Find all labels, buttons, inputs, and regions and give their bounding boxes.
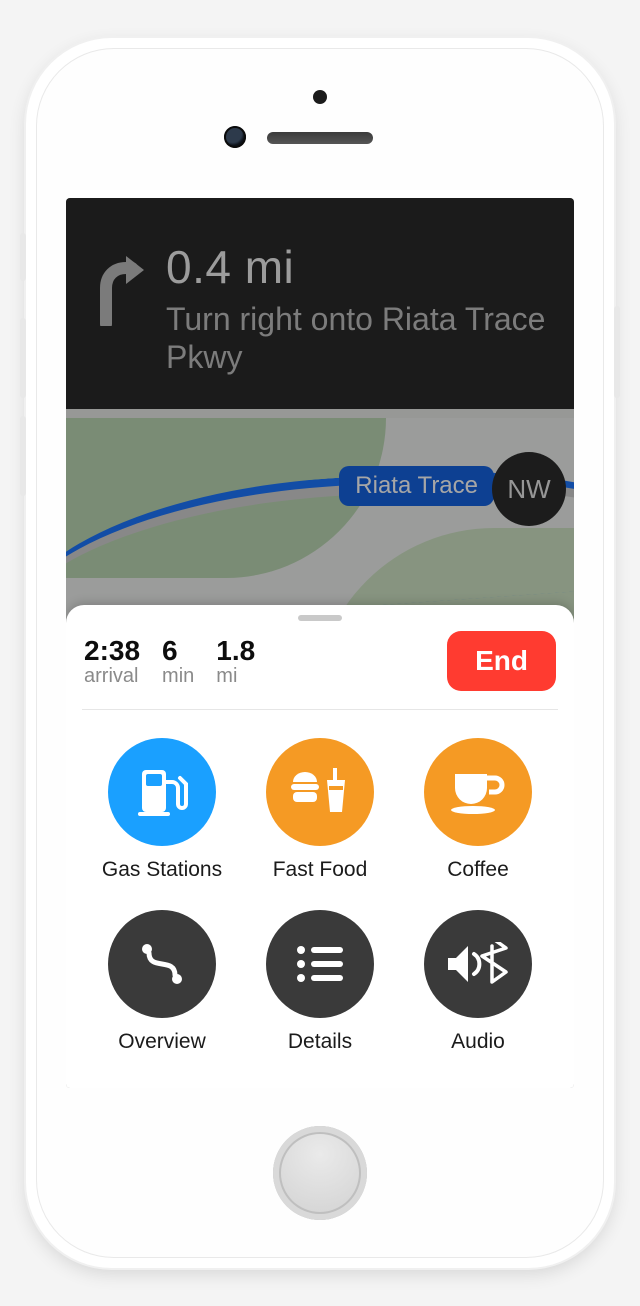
- duration-metric: 6 min: [162, 635, 194, 688]
- earpiece-speaker: [267, 132, 373, 144]
- phone-frame: 0.4 mi Turn right onto Riata Trace Pkwy …: [26, 38, 614, 1268]
- tile-label: Details: [288, 1030, 352, 1054]
- audio-button[interactable]: Audio: [404, 910, 552, 1054]
- speaker-bluetooth-icon: [446, 942, 510, 986]
- arrival-value: 2:38: [84, 635, 140, 667]
- gas-pump-icon: [134, 764, 190, 820]
- fast-food-icon: [289, 766, 351, 818]
- end-route-button[interactable]: End: [447, 631, 556, 691]
- navigation-instruction: Turn right onto Riata Trace Pkwy: [166, 300, 554, 377]
- route-summary: 2:38 arrival 6 min 1.8 mi End: [82, 627, 558, 710]
- power-button: [614, 306, 620, 398]
- tile-label: Coffee: [447, 858, 509, 882]
- volume-down-button: [20, 416, 26, 496]
- route-overview-icon: [135, 937, 189, 991]
- tile-label: Fast Food: [273, 858, 368, 882]
- list-icon: [295, 944, 345, 984]
- distance-label: mi: [216, 665, 255, 688]
- road-label-riata: Riata Trace: [339, 466, 494, 506]
- turn-right-arrow-icon: [92, 254, 146, 326]
- proximity-sensor: [313, 90, 327, 104]
- mute-switch: [20, 233, 26, 281]
- distance-metric: 1.8 mi: [216, 635, 255, 688]
- navigation-banner[interactable]: 0.4 mi Turn right onto Riata Trace Pkwy: [66, 198, 574, 409]
- details-button[interactable]: Details: [246, 910, 394, 1054]
- screen: 0.4 mi Turn right onto Riata Trace Pkwy …: [66, 198, 574, 1088]
- coffee-button[interactable]: Coffee: [404, 738, 552, 882]
- tile-label: Gas Stations: [102, 858, 222, 882]
- volume-up-button: [20, 318, 26, 398]
- sheet-grabber[interactable]: [298, 615, 342, 621]
- duration-value: 6: [162, 635, 194, 667]
- duration-label: min: [162, 665, 194, 688]
- arrival-label: arrival: [84, 665, 140, 688]
- tile-label: Overview: [118, 1030, 206, 1054]
- tile-label: Audio: [451, 1030, 505, 1054]
- navigation-distance: 0.4 mi: [166, 240, 554, 294]
- front-camera: [224, 126, 246, 148]
- distance-value: 1.8: [216, 635, 255, 667]
- quick-actions-grid: Gas Stations: [82, 710, 558, 1062]
- home-button[interactable]: [273, 1126, 367, 1220]
- overview-button[interactable]: Overview: [88, 910, 236, 1054]
- phone-bezel: 0.4 mi Turn right onto Riata Trace Pkwy …: [36, 48, 604, 1258]
- arrival-metric: 2:38 arrival: [84, 635, 140, 688]
- coffee-cup-icon: [449, 768, 507, 816]
- compass-button[interactable]: NW: [492, 452, 566, 526]
- gas-stations-button[interactable]: Gas Stations: [88, 738, 236, 882]
- route-sheet[interactable]: 2:38 arrival 6 min 1.8 mi End: [66, 605, 574, 1088]
- fast-food-button[interactable]: Fast Food: [246, 738, 394, 882]
